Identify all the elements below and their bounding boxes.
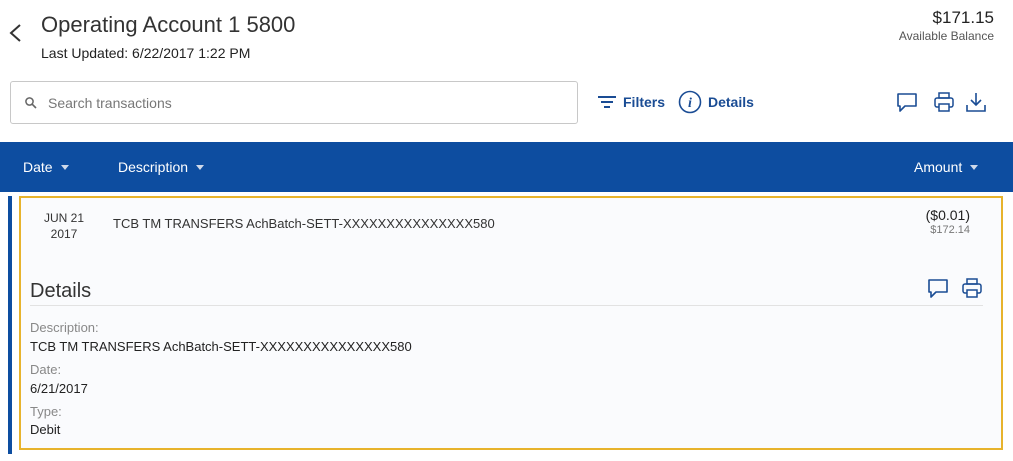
comment-icon xyxy=(928,279,948,298)
transactions-table-header: Date Description Amount xyxy=(0,142,1013,192)
transaction-date: JUN 21 2017 xyxy=(43,210,85,242)
details-divider xyxy=(30,305,983,306)
column-amount-label: Amount xyxy=(914,159,963,175)
sort-caret-icon xyxy=(196,164,205,170)
detail-type-value: Debit xyxy=(30,422,61,437)
details-comment-button[interactable] xyxy=(926,276,950,300)
details-heading: Details xyxy=(30,280,92,302)
detail-date-label: Date: xyxy=(30,362,62,377)
column-date-label: Date xyxy=(23,159,53,175)
transaction-date-year: 2017 xyxy=(50,227,78,241)
sort-caret-icon xyxy=(970,164,979,170)
details-label: Details xyxy=(708,94,754,110)
available-balance-label: Available Balance xyxy=(898,29,994,43)
download-icon xyxy=(966,93,986,112)
detail-date-value: 6/21/2017 xyxy=(30,381,88,396)
comment-button[interactable] xyxy=(895,90,919,114)
back-button[interactable] xyxy=(6,22,26,44)
print-icon xyxy=(962,278,982,298)
info-icon: i xyxy=(678,90,702,114)
account-title: Operating Account 1 5800 xyxy=(41,12,296,37)
balance-block: $171.15 Available Balance xyxy=(899,8,994,43)
search-icon xyxy=(24,96,38,110)
search-box[interactable] xyxy=(10,81,578,124)
detail-type-label: Type: xyxy=(30,404,62,419)
filters-button[interactable]: Filters xyxy=(597,89,665,115)
transaction-date-month-day: JUN 21 xyxy=(43,211,84,225)
column-description[interactable]: Description xyxy=(118,142,205,192)
transaction-amount-block: ($0.01) $172.14 xyxy=(926,207,970,236)
column-amount[interactable]: Amount xyxy=(914,142,979,192)
download-button[interactable] xyxy=(964,90,988,114)
comment-icon xyxy=(897,93,917,112)
sort-caret-icon xyxy=(60,164,69,170)
last-updated: Last Updated: 6/22/2017 1:22 PM xyxy=(41,45,251,61)
transaction-running-balance: $172.14 xyxy=(930,224,970,236)
filter-icon xyxy=(597,94,617,110)
details-button[interactable]: i Details xyxy=(678,89,754,115)
filters-label: Filters xyxy=(623,94,666,110)
search-input[interactable] xyxy=(46,93,550,112)
svg-text:i: i xyxy=(688,96,692,111)
transaction-row-expanded[interactable]: JUN 21 2017 TCB TM TRANSFERS AchBatch-SE… xyxy=(19,196,1003,450)
detail-description-value: TCB TM TRANSFERS AchBatch-SETT-XXXXXXXXX… xyxy=(30,339,412,354)
column-description-label: Description xyxy=(118,159,189,175)
transaction-amount: ($0.01) xyxy=(925,207,970,223)
print-icon xyxy=(934,92,954,112)
row-accent-bar xyxy=(8,196,12,454)
back-chevron-icon xyxy=(9,24,21,42)
detail-description-label: Description: xyxy=(30,320,99,335)
column-date[interactable]: Date xyxy=(23,142,69,192)
available-balance-amount: $171.15 xyxy=(932,8,994,27)
details-print-button[interactable] xyxy=(960,276,984,300)
transaction-description: TCB TM TRANSFERS AchBatch-SETT-XXXXXXXXX… xyxy=(113,216,495,231)
print-button[interactable] xyxy=(932,90,956,114)
